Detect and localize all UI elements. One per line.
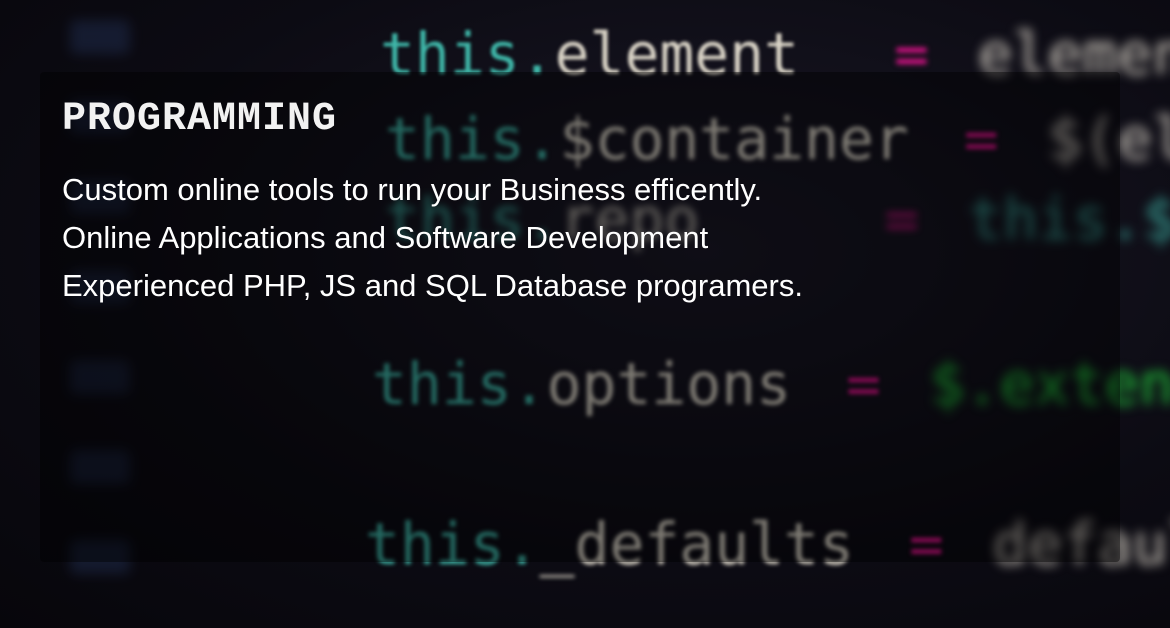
- hero-line: Custom online tools to run your Business…: [62, 172, 763, 207]
- gutter-mark: [70, 20, 130, 54]
- text-overlay-panel: [40, 72, 1120, 562]
- hero-title: PROGRAMMING: [62, 97, 338, 142]
- hero-description: Custom online tools to run your Business…: [62, 166, 803, 310]
- hero-line: Online Applications and Software Develop…: [62, 220, 709, 255]
- hero-line: Experienced PHP, JS and SQL Database pro…: [62, 268, 803, 303]
- hero-banner: this.element = element; this.$container …: [0, 0, 1170, 628]
